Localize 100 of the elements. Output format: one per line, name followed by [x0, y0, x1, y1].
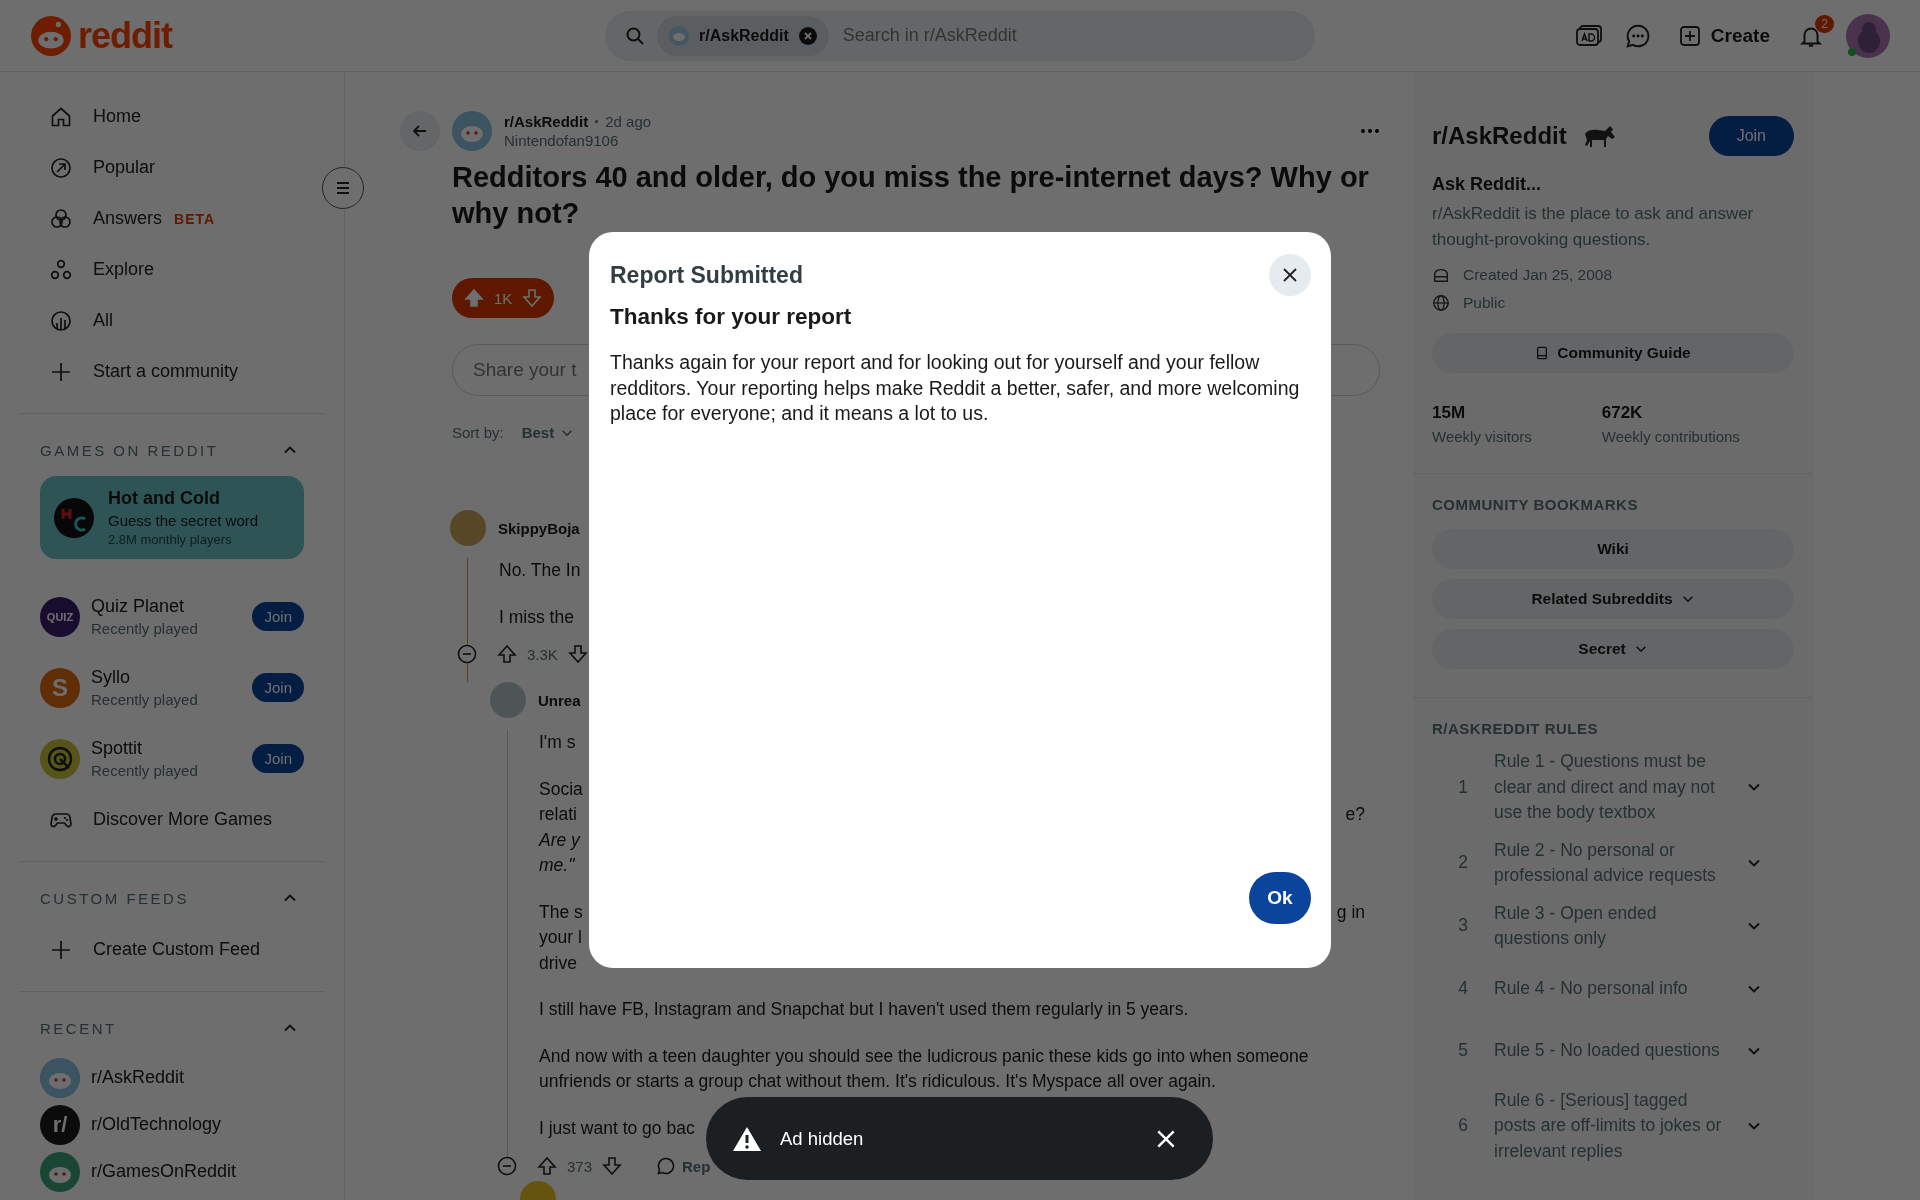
warning-icon — [732, 1125, 762, 1152]
community-description: r/AskReddit is the place to ask and answer thought-provoking questions. — [1432, 203, 1755, 251]
join-button[interactable]: Join — [252, 602, 304, 631]
community-avatar-icon — [40, 1057, 80, 1098]
rule-item[interactable]: 2 Rule 2 - No personal or professional advice requests — [1432, 831, 1794, 895]
post-author[interactable]: Nintendofan9106 — [504, 132, 652, 149]
section-heading: CUSTOM FEEDS — [40, 889, 189, 907]
nav-item[interactable]: Explore — [20, 244, 324, 295]
explore-icon — [49, 257, 73, 282]
comment-text: And now with a teen daughter you should see the ludicrous panic these kids go into when someone — [539, 1044, 1309, 1068]
notification-count: 2 — [1815, 14, 1834, 33]
chat-icon[interactable] — [1624, 22, 1651, 49]
recent-community[interactable]: r/AskReddit — [40, 1054, 304, 1101]
sort-dropdown[interactable]: Best — [521, 424, 575, 441]
game-logo-icon: S — [40, 667, 80, 708]
community-avatar-icon — [40, 1151, 80, 1192]
chip-label: r/AskReddit — [699, 26, 789, 45]
visibility-label: Public — [1463, 294, 1506, 312]
chart-icon — [49, 308, 73, 333]
plus-icon — [1678, 24, 1701, 47]
reply-button[interactable]: Rep — [650, 1155, 717, 1177]
trending-icon — [49, 155, 73, 180]
join-button[interactable]: Join — [252, 744, 304, 773]
book-icon — [1535, 346, 1550, 360]
nav-item[interactable]: Create Custom Feed — [40, 924, 304, 975]
community-title: Ask Reddit... — [1432, 174, 1543, 195]
stat-value: 15M — [1432, 403, 1467, 423]
ok-button[interactable]: Ok — [1249, 872, 1311, 924]
subreddit-chip[interactable]: r/AskReddit — [657, 15, 829, 56]
comment-text: unfriends or starts a group chat without them. It's ridiculous. It's Myspace all over again. — [539, 1070, 1216, 1093]
rule-item[interactable]: 6 Rule 6 - [Serious] tagged posts are off-limits to jokes or irrelevant replies — [1432, 1081, 1794, 1170]
upvote-icon[interactable] — [537, 1156, 557, 1176]
close-button[interactable] — [1269, 254, 1311, 296]
comment-text: I'm s — [539, 731, 576, 754]
stat-value: 672K — [1601, 403, 1644, 423]
game-logo-icon — [40, 738, 80, 779]
comment-text: I still have FB, Instagram and Snapchat but I haven't used them regularly in 5 years. — [539, 998, 1189, 1021]
nav-item[interactable]: All — [20, 295, 324, 346]
create-button[interactable]: Create — [1672, 23, 1776, 48]
nav-item[interactable]: Home — [20, 91, 324, 142]
post-title: Redditors 40 and older, do you miss the pre-internet days? Why or why not? — [452, 160, 1370, 231]
community-guide-button[interactable]: Community Guide — [1432, 333, 1794, 373]
cake-icon — [1432, 266, 1450, 284]
comment-text: your l — [539, 926, 582, 949]
recent-community[interactable]: r/GamesOnReddit — [40, 1148, 304, 1195]
community-avatar-icon: r/ — [40, 1104, 80, 1145]
recent-community[interactable]: r/ r/OldTechnology — [40, 1101, 304, 1148]
dialog-message: Thanks again for your report and for looking out for yourself and your fellow redditors. Your reporting helps make Reddit a better, safer, and more welcoming place for everyone; and it means a lot to us. — [610, 350, 1300, 426]
advertise-icon[interactable] — [1574, 23, 1603, 48]
reddit-wordmark[interactable]: reddit — [78, 14, 172, 57]
rule-item[interactable]: 3 Rule 3 - Open ended questions only — [1432, 894, 1794, 958]
more-options-icon[interactable] — [1360, 128, 1380, 134]
comment-bubble-icon — [656, 1156, 677, 1176]
sort-label: Sort by: — [452, 424, 504, 441]
vote-count: 373 — [567, 1157, 593, 1175]
game-name[interactable]: Spottit — [91, 738, 242, 759]
globe-icon — [1432, 294, 1450, 312]
bookmark-button[interactable]: Wiki — [1432, 529, 1794, 569]
subreddit-link[interactable]: r/AskReddit — [504, 113, 589, 130]
bookmark-button[interactable]: Related Subreddits — [1432, 579, 1794, 619]
search-icon — [625, 25, 645, 46]
comment-author[interactable]: SkippyBoja — [498, 519, 580, 537]
menu-button[interactable] — [322, 167, 364, 209]
dialog-subtitle: Thanks for your report — [610, 304, 853, 330]
back-button[interactable] — [400, 111, 440, 151]
reddit-logo-icon[interactable] — [30, 14, 72, 57]
community-name[interactable]: r/AskReddit — [1432, 122, 1567, 150]
join-button[interactable]: Join — [1708, 116, 1794, 156]
downvote-icon[interactable] — [602, 1156, 623, 1176]
comment-text: The s — [539, 900, 583, 924]
remove-icon[interactable] — [798, 26, 817, 45]
nav-item[interactable]: Popular — [20, 142, 324, 193]
dialog-title: Report Submitted — [610, 261, 803, 289]
downvote-icon[interactable] — [567, 644, 588, 664]
game-logo-icon: QUIZ — [40, 596, 80, 637]
post-time: 2d ago — [605, 113, 652, 130]
nav-item[interactable]: Start a community — [20, 346, 324, 397]
user-avatar-icon[interactable] — [1846, 13, 1890, 58]
game-status: Recently played — [91, 691, 199, 708]
separator-dot — [595, 120, 599, 123]
rule-item[interactable]: 5 Rule 5 - No loaded questions — [1432, 1019, 1794, 1082]
comment-text: g in — [1336, 900, 1365, 924]
comment-text: e? — [1345, 803, 1365, 826]
rule-item[interactable]: 4 Rule 4 - No personal info — [1432, 957, 1794, 1020]
rule-item[interactable]: 1 Rule 1 - Questions must be clear and direct and may not use the body textbox — [1432, 743, 1794, 832]
upvote-icon[interactable] — [497, 644, 517, 664]
nav-item[interactable]: Discover More Games — [40, 794, 304, 845]
join-button[interactable]: Join — [252, 673, 304, 702]
section-heading: RECENT — [40, 1019, 117, 1037]
nav-item[interactable]: Answers BETA — [20, 193, 324, 244]
game-name[interactable]: Syllo — [91, 667, 242, 688]
game-name[interactable]: Quiz Planet — [91, 596, 242, 617]
collapse-icon[interactable] — [457, 644, 477, 664]
comment-text: relati — [539, 803, 577, 826]
beta-label: BETA — [174, 210, 216, 227]
vote-count: 3.3K — [527, 645, 558, 663]
bookmark-button[interactable]: Secret — [1432, 629, 1794, 669]
game-title: Hot and Cold — [108, 488, 221, 509]
collapse-icon[interactable] — [497, 1156, 517, 1176]
comment-author[interactable]: Unrea — [538, 691, 581, 709]
